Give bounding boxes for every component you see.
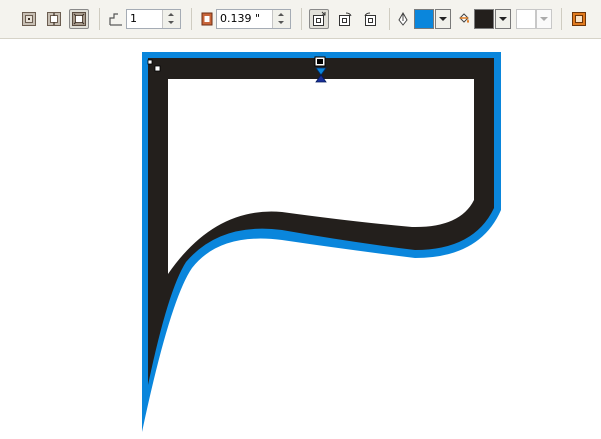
outline-pen-icon xyxy=(398,12,408,26)
contour-outside-button[interactable] xyxy=(69,9,89,29)
contour-to-center-button[interactable] xyxy=(19,9,39,29)
contour-start-handle-fill xyxy=(317,59,323,64)
contour-to-center-icon xyxy=(22,12,36,26)
separator xyxy=(301,8,302,30)
chevron-down-icon xyxy=(439,17,447,21)
linear-contour-colors-button[interactable] xyxy=(309,9,329,29)
contour-offset-stepper[interactable]: 0.139 " xyxy=(216,9,291,29)
steps-increment-button[interactable] xyxy=(163,10,180,19)
chevron-down-icon xyxy=(540,17,548,21)
offset-decrement-button[interactable] xyxy=(273,19,290,28)
drawing-canvas[interactable] xyxy=(0,40,601,435)
contour-steps-value[interactable]: 1 xyxy=(130,12,137,25)
contour-inside-button[interactable] xyxy=(44,9,64,29)
accel-color-swatch[interactable] xyxy=(516,9,536,29)
fill-color-dropdown[interactable] xyxy=(495,9,511,29)
selection-handle[interactable] xyxy=(147,59,153,65)
outline-color-dropdown[interactable] xyxy=(435,9,451,29)
accel-color-dropdown[interactable] xyxy=(536,9,552,29)
selection-handle[interactable] xyxy=(154,65,161,72)
fill-color-swatch[interactable] xyxy=(474,9,494,29)
clockwise-contour-colors-icon xyxy=(339,12,352,26)
contour-offset-icon xyxy=(201,12,213,26)
outline-color-swatch[interactable] xyxy=(414,9,434,29)
contour-steps-stepper[interactable]: 1 xyxy=(126,9,181,29)
contoured-shape[interactable] xyxy=(0,40,601,435)
separator xyxy=(99,8,100,30)
separator xyxy=(191,8,192,30)
linear-contour-colors-icon xyxy=(313,11,326,26)
contour-outside-icon xyxy=(72,12,86,26)
object-acceleration-icon xyxy=(572,12,586,26)
fill-bucket-icon xyxy=(459,13,469,23)
counterclockwise-contour-colors-button[interactable] xyxy=(361,9,381,29)
contour-steps-icon xyxy=(109,13,122,26)
separator xyxy=(561,8,562,30)
separator xyxy=(389,8,390,30)
steps-decrement-button[interactable] xyxy=(163,19,180,28)
contour-offset-value[interactable]: 0.139 " xyxy=(220,12,260,25)
object-acceleration-button[interactable] xyxy=(569,9,589,29)
contour-inside-icon xyxy=(47,12,61,26)
clockwise-contour-colors-button[interactable] xyxy=(335,9,355,29)
property-bar: 1 0.139 " xyxy=(0,0,601,39)
offset-increment-button[interactable] xyxy=(273,10,290,19)
chevron-down-icon xyxy=(499,17,507,21)
counterclockwise-contour-colors-icon xyxy=(364,12,376,26)
